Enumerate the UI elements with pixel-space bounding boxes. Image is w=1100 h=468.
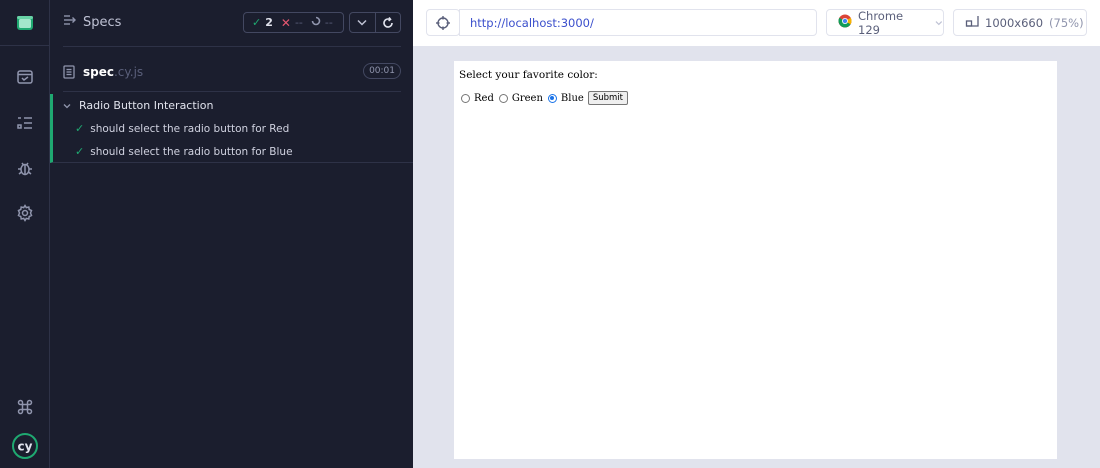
specs-list-icon[interactable]	[13, 111, 37, 135]
question-label: Select your favorite color:	[459, 69, 598, 81]
test-item[interactable]: ✓ should select the radio button for Blu…	[75, 145, 293, 158]
selector-playground-button[interactable]	[426, 9, 460, 36]
cypress-logo[interactable]: cy	[11, 432, 39, 460]
rerun-button[interactable]	[374, 13, 400, 32]
spec-ext: .cy.js	[113, 65, 144, 79]
x-icon: ✕	[280, 15, 291, 30]
test-item[interactable]: ✓ should select the radio button for Red	[75, 122, 289, 135]
viewport-icon	[965, 15, 979, 30]
svg-text:cy: cy	[18, 440, 33, 454]
viewport-size: 1000x660	[985, 15, 1044, 30]
specs-menu-icon	[63, 14, 77, 30]
reporter-panel: Specs ✓ 2 ✕ -- -- spec.cy.js 00:01 Radio…	[50, 0, 413, 468]
runs-icon[interactable]	[13, 65, 37, 89]
radio-green-label: Green	[511, 92, 543, 104]
sidebar-nav: cy	[0, 0, 50, 468]
suite-title: Radio Button Interaction	[79, 99, 214, 112]
reporter-header: Specs ✓ 2 ✕ -- --	[63, 0, 401, 47]
chevron-down-icon	[357, 19, 368, 26]
crosshair-icon	[436, 15, 450, 30]
radio-blue[interactable]	[547, 93, 557, 103]
test-label: should select the radio button for Blue	[90, 145, 293, 158]
browser-label: Chrome 129	[858, 8, 904, 37]
check-icon: ✓	[75, 145, 85, 158]
debug-icon[interactable]	[13, 156, 37, 180]
browser-selector[interactable]: Chrome 129	[826, 8, 944, 37]
keyboard-shortcuts-icon[interactable]	[13, 395, 37, 419]
pending-icon	[311, 16, 321, 29]
browser-toolbar: http://localhost:3000/ Chrome 129 1000x6…	[413, 0, 1100, 46]
test-label: should select the radio button for Red	[90, 122, 290, 135]
chrome-icon	[838, 14, 852, 31]
specs-toggle[interactable]: Specs	[63, 14, 121, 30]
passed-count: 2	[265, 16, 273, 29]
expand-collapse-button[interactable]	[350, 13, 375, 32]
test-stats: ✓ 2 ✕ -- --	[243, 12, 344, 33]
chevron-down-icon	[935, 20, 943, 25]
app-under-test-frame: Select your favorite color: Red Green Bl…	[454, 61, 1057, 459]
spec-file-row: spec.cy.js 00:01	[63, 56, 401, 92]
color-form: Red Green Blue Submit	[459, 91, 628, 105]
spec-name: spec	[83, 65, 114, 79]
radio-red[interactable]	[461, 93, 470, 103]
check-icon: ✓	[252, 16, 262, 29]
specs-title: Specs	[83, 14, 122, 30]
radio-red-label: Red	[474, 92, 494, 104]
chevron-down-icon	[63, 103, 71, 108]
aut-area: http://localhost:3000/ Chrome 129 1000x6…	[413, 0, 1100, 468]
suite-header[interactable]: Radio Button Interaction	[63, 99, 213, 112]
passed-stat: ✓ 2	[244, 16, 273, 29]
spec-duration: 00:01	[363, 63, 401, 79]
document-icon	[63, 64, 75, 83]
cypress-app-icon[interactable]	[0, 0, 50, 46]
pending-stat: --	[303, 16, 333, 29]
viewport-info[interactable]: 1000x660 (75%)	[953, 9, 1087, 36]
settings-icon[interactable]	[13, 201, 37, 225]
suite-block: Radio Button Interaction ✓ should select…	[50, 94, 413, 163]
refresh-icon	[383, 16, 393, 28]
reporter-controls	[349, 12, 401, 33]
viewport-scale: (75%)	[1049, 15, 1084, 30]
spec-file-name[interactable]: spec.cy.js	[83, 65, 143, 79]
submit-button[interactable]: Submit	[587, 91, 628, 105]
radio-green[interactable]	[498, 93, 508, 103]
url-bar[interactable]: http://localhost:3000/	[459, 9, 817, 36]
check-icon: ✓	[75, 122, 85, 135]
pending-count: --	[324, 16, 333, 29]
radio-blue-label: Blue	[560, 92, 584, 104]
failed-stat: ✕ --	[273, 16, 303, 30]
failed-count: --	[294, 16, 303, 29]
